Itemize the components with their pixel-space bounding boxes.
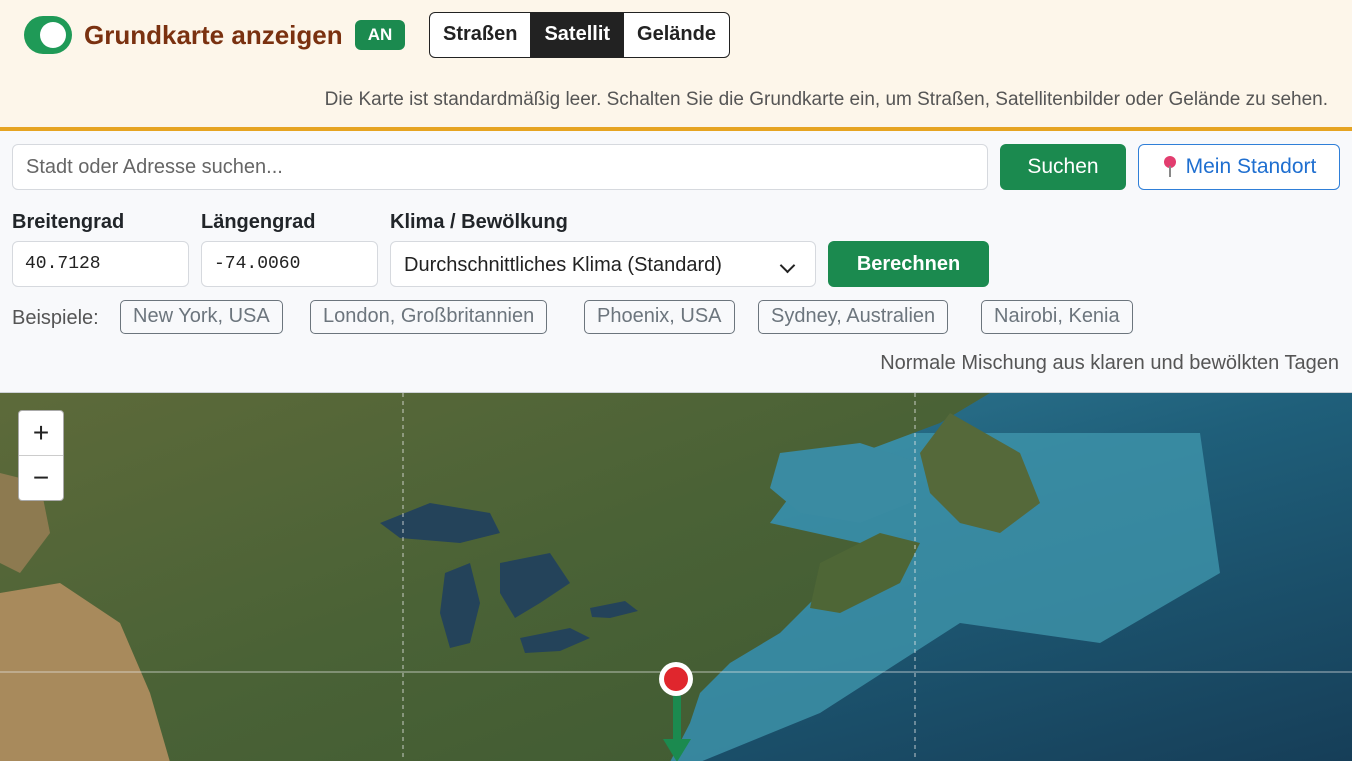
examples-label: Beispiele: [12,307,99,329]
latitude-input[interactable] [12,241,189,287]
zoom-out-button[interactable]: − [19,456,63,501]
example-chip-phoenix[interactable]: Phoenix, USA [584,300,735,334]
latitude-label: Breitengrad [12,211,125,233]
satellite-map[interactable] [0,392,1352,761]
example-chip-sydney[interactable]: Sydney, Australien [758,300,949,334]
longitude-label: Längengrad [201,211,316,233]
search-input[interactable] [12,144,988,190]
example-chip-london[interactable]: London, Großbritannien [310,300,548,334]
basemap-type-selector: Straßen Satellit Gelände [429,12,730,58]
chevron-down-icon [779,257,796,274]
calculate-button[interactable]: Berechnen [828,241,989,287]
climate-label: Klima / Bewölkung [390,211,568,233]
basemap-hint: Die Karte ist standardmäßig leer. Schalt… [324,89,1328,110]
map-imagery [0,393,1352,761]
my-location-button[interactable]: Mein Standort [1138,144,1340,190]
climate-select-value: Durchschnittliches Klima (Standard) [404,254,722,276]
basemap-status-badge: AN [355,20,405,50]
my-location-label: Mein Standort [1185,155,1317,178]
location-marker-icon[interactable] [664,667,688,691]
example-chip-new-york[interactable]: New York, USA [120,300,283,334]
longitude-input[interactable] [201,241,378,287]
basemap-option-satellit[interactable]: Satellit [531,13,625,57]
basemap-toggle[interactable] [24,16,72,54]
basemap-option-strassen[interactable]: Straßen [430,13,532,57]
basemap-banner: Grundkarte anzeigen AN Straßen Satellit … [0,0,1352,131]
map-pin-icon [1162,156,1178,178]
search-button[interactable]: Suchen [1000,144,1126,190]
direction-arrow-shaft [673,693,681,741]
basemap-title: Grundkarte anzeigen [84,20,343,50]
example-chip-nairobi[interactable]: Nairobi, Kenia [981,300,1133,334]
climate-description: Normale Mischung aus klaren und bewölkte… [880,352,1339,374]
climate-select[interactable]: Durchschnittliches Klima (Standard) [390,241,816,287]
basemap-option-gelaende[interactable]: Gelände [624,13,729,57]
zoom-control: + − [18,410,64,501]
zoom-in-button[interactable]: + [19,411,63,456]
toggle-knob [40,22,66,48]
